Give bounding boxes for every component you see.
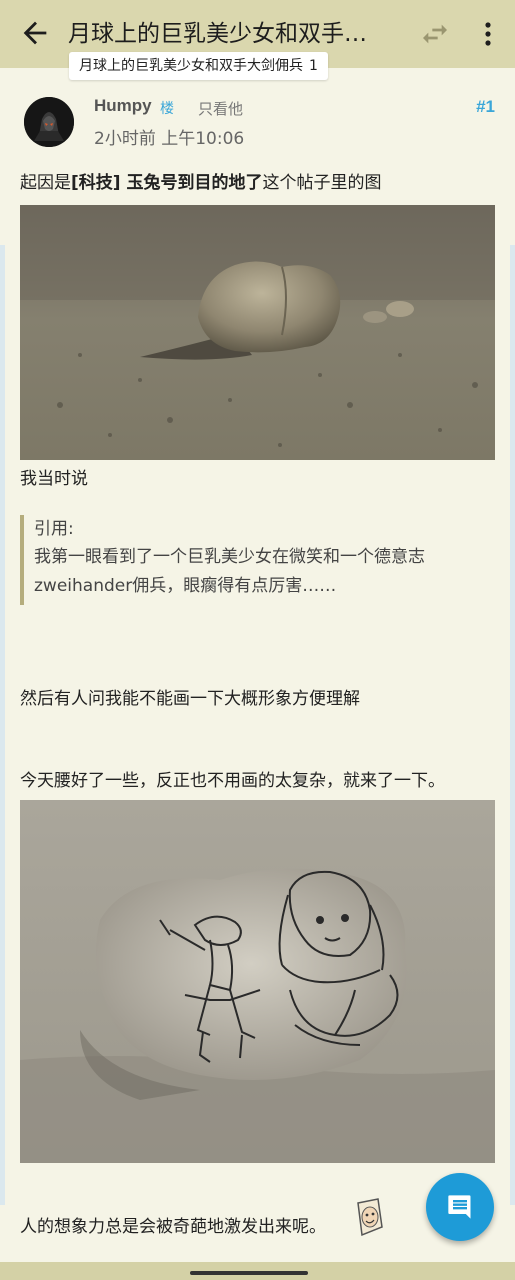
line1-suffix: 这个帖子里的图 [262,173,382,193]
home-gesture-pill[interactable] [190,1271,308,1275]
right-scroll-rail [510,245,515,1205]
quote-label: 引用: [34,519,74,539]
line1-link-title: [科技] 玉兔号到目的地了 [71,173,263,193]
left-scroll-rail [0,245,5,1205]
avatar[interactable] [24,97,74,147]
line1-prefix: 起因是 [20,173,71,193]
more-vert-icon[interactable] [476,18,500,50]
swap-icon[interactable] [419,18,451,50]
author-name[interactable]: Humpy [94,96,152,116]
tooltip-count: 1 [309,58,318,74]
post-line-2: 我当时说 [20,469,88,489]
quote-line-1: 我第一眼看到了一个巨乳美少女在微笑和一个德意志 [34,547,425,567]
sketch-over-rock-image[interactable] [20,800,495,1163]
floor-number: #1 [476,97,495,116]
sticker-face-icon [357,1198,383,1237]
quote-line-2: zweihander佣兵，眼瘸得有点厉害…… [34,576,337,596]
post-line-4: 今天腰好了一些，反正也不用画的太复杂，就来了一下。 [20,771,445,791]
reply-fab[interactable] [426,1173,494,1241]
system-nav-bar [0,1262,515,1280]
post-line-5: 人的想象力总是会被奇葩地激发出来呢。 [20,1217,326,1237]
post-line-3: 然后有人问我能不能画一下大概形象方便理解 [20,689,360,709]
title-tooltip: 月球上的巨乳美少女和双手大剑佣兵 1 [69,52,328,80]
moon-rock-photo[interactable] [20,205,495,460]
page-title: 月球上的巨乳美少女和双手… [68,21,367,47]
tooltip-title: 月球上的巨乳美少女和双手大剑佣兵 [79,58,303,74]
back-arrow-icon[interactable] [18,16,52,50]
comment-icon [448,1195,471,1219]
op-badge: 楼 [160,101,174,117]
quote-block: 引用: 我第一眼看到了一个巨乳美少女在微笑和一个德意志 zweihander佣兵… [20,515,490,605]
only-view-author-button[interactable]: 只看他 [198,98,243,119]
post-time: 2小时前 上午10:06 [94,129,245,149]
post-line-1: 起因是[科技] 玉兔号到目的地了这个帖子里的图 [20,168,381,193]
